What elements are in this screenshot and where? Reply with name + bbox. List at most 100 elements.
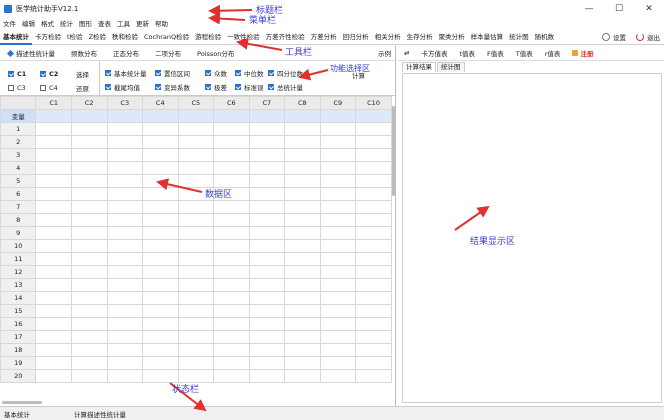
data-cell[interactable]: [106, 239, 144, 253]
stat-option-checkbox[interactable]: 基本统计量: [105, 68, 147, 78]
data-cell[interactable]: [142, 343, 179, 357]
data-cell[interactable]: [177, 252, 215, 266]
data-cell[interactable]: [213, 369, 250, 383]
tool-tab[interactable]: 相关分析: [372, 29, 404, 45]
data-cell[interactable]: [142, 317, 179, 331]
data-cell[interactable]: [213, 252, 250, 266]
data-cell[interactable]: [106, 252, 144, 266]
data-cell[interactable]: [248, 174, 286, 188]
var-name-cell[interactable]: [213, 109, 250, 123]
data-cell[interactable]: [248, 369, 286, 383]
var-name-cell[interactable]: [177, 109, 215, 123]
register-button[interactable]: 注册: [566, 48, 599, 58]
data-cell[interactable]: [35, 343, 72, 357]
data-grid[interactable]: C1 C2 C3 C4 C5 C6 C7 C8 C9 C10 变量 1 2 3 4 5 6 7 8 9 10 11 12 13…: [0, 96, 392, 398]
value-table-button[interactable]: T值表: [510, 48, 539, 58]
data-cell[interactable]: [142, 252, 179, 266]
data-cell[interactable]: [35, 278, 72, 292]
tool-tab[interactable]: 方差分析: [308, 29, 340, 45]
data-cell[interactable]: [35, 226, 72, 240]
data-cell[interactable]: [177, 278, 215, 292]
data-cell[interactable]: [70, 369, 108, 383]
column-header[interactable]: C3: [106, 96, 144, 110]
data-cell[interactable]: [284, 226, 321, 240]
data-cell[interactable]: [213, 161, 250, 175]
data-cell[interactable]: [35, 213, 72, 227]
vertical-scrollbar[interactable]: [391, 104, 396, 394]
tool-tab[interactable]: 回归分析: [340, 29, 372, 45]
data-cell[interactable]: [177, 226, 215, 240]
data-cell[interactable]: [142, 148, 179, 162]
column-checkbox[interactable]: C4: [40, 84, 58, 92]
data-cell[interactable]: [319, 317, 357, 331]
stat-option-checkbox[interactable]: 标准误: [235, 82, 264, 92]
data-cell[interactable]: [35, 148, 72, 162]
data-cell[interactable]: [70, 148, 108, 162]
data-cell[interactable]: [319, 252, 357, 266]
data-cell[interactable]: [213, 226, 250, 240]
tool-tab[interactable]: 一致性检验: [224, 29, 263, 45]
data-cell[interactable]: [35, 122, 72, 136]
data-cell[interactable]: [355, 304, 392, 318]
stat-option-checkbox[interactable]: 截尾均值: [105, 82, 140, 92]
value-table-button[interactable]: r值表: [539, 48, 567, 58]
data-cell[interactable]: [142, 161, 179, 175]
tool-tab[interactable]: 统计图: [506, 29, 532, 45]
data-cell[interactable]: [70, 213, 108, 227]
column-checkbox[interactable]: C1: [8, 70, 26, 78]
sub-tab[interactable]: 描述性统计量: [0, 48, 63, 58]
data-cell[interactable]: [142, 187, 179, 201]
data-cell[interactable]: [284, 343, 321, 357]
column-header[interactable]: C6: [213, 96, 250, 110]
stat-option-checkbox[interactable]: 总统计量: [268, 82, 303, 92]
data-cell[interactable]: [355, 252, 392, 266]
data-cell[interactable]: [106, 148, 144, 162]
tool-tab[interactable]: 随机数: [532, 29, 558, 45]
data-cell[interactable]: [70, 252, 108, 266]
data-cell[interactable]: [213, 174, 250, 188]
sub-tab[interactable]: 频数分布: [63, 48, 105, 58]
tool-tab[interactable]: 游程检验: [192, 29, 224, 45]
data-cell[interactable]: [35, 317, 72, 331]
tool-tab[interactable]: 秩和检验: [109, 29, 141, 45]
data-cell[interactable]: [70, 317, 108, 331]
column-header[interactable]: C9: [319, 96, 357, 110]
restore-button[interactable]: 还原: [76, 83, 89, 93]
data-cell[interactable]: [70, 278, 108, 292]
data-cell[interactable]: [35, 135, 72, 149]
data-cell[interactable]: [213, 148, 250, 162]
data-cell[interactable]: [248, 213, 286, 227]
data-cell[interactable]: [355, 213, 392, 227]
data-cell[interactable]: [355, 369, 392, 383]
data-cell[interactable]: [142, 356, 179, 370]
data-cell[interactable]: [106, 213, 144, 227]
data-cell[interactable]: [142, 304, 179, 318]
var-name-cell[interactable]: [106, 109, 144, 123]
data-cell[interactable]: [319, 148, 357, 162]
maximize-button[interactable]: ☐: [604, 0, 634, 17]
data-cell[interactable]: [177, 174, 215, 188]
menu-item[interactable]: 更新: [136, 18, 149, 28]
data-cell[interactable]: [106, 200, 144, 214]
data-cell[interactable]: [248, 356, 286, 370]
select-button[interactable]: 选择: [76, 69, 89, 79]
value-table-button[interactable]: t值表: [453, 48, 481, 58]
data-cell[interactable]: [35, 304, 72, 318]
data-cell[interactable]: [213, 200, 250, 214]
data-cell[interactable]: [70, 330, 108, 344]
data-cell[interactable]: [248, 343, 286, 357]
data-cell[interactable]: [213, 291, 250, 305]
data-cell[interactable]: [284, 252, 321, 266]
var-name-cell[interactable]: [70, 109, 108, 123]
data-cell[interactable]: [177, 135, 215, 149]
data-cell[interactable]: [319, 304, 357, 318]
data-cell[interactable]: [106, 226, 144, 240]
data-cell[interactable]: [355, 265, 392, 279]
data-cell[interactable]: [177, 239, 215, 253]
menu-item[interactable]: 帮助: [155, 18, 168, 28]
data-cell[interactable]: [248, 330, 286, 344]
data-cell[interactable]: [142, 135, 179, 149]
column-header[interactable]: C10: [355, 96, 392, 110]
var-name-cell[interactable]: [35, 109, 72, 123]
tool-tab[interactable]: 方差齐性检验: [263, 29, 308, 45]
